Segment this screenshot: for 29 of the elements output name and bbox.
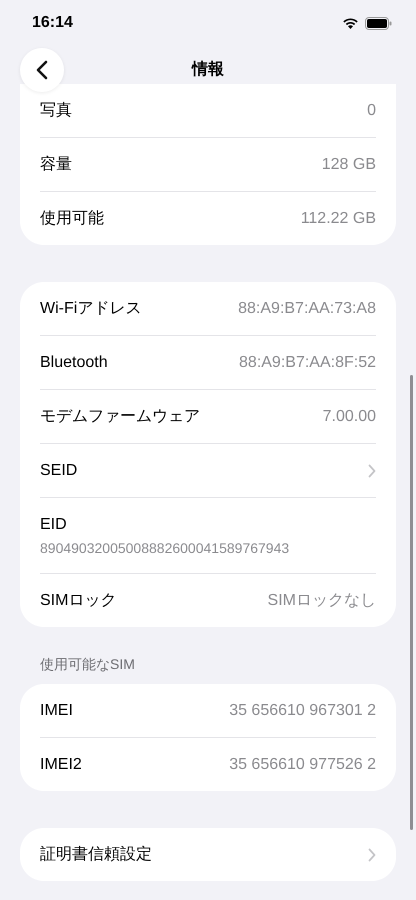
row-label: 使用可能 — [40, 209, 104, 229]
row-value: 0 — [367, 102, 376, 120]
back-button[interactable] — [20, 48, 64, 92]
row-label: IMEI — [40, 702, 73, 720]
row-label[interactable]: 証明書信頼設定 — [40, 844, 152, 865]
row-label[interactable]: SEID — [40, 462, 78, 480]
row-value: 88:A9:B7:AA:8F:52 — [239, 354, 376, 372]
row-label: 写真 — [40, 100, 72, 121]
section-header: 使用可能なSIM — [39, 656, 136, 674]
row-label: モデムファームウェア — [40, 407, 200, 427]
row-value: 89049032005008882600041589767943 — [40, 540, 290, 556]
page-title: 情報 — [192, 60, 224, 80]
row-label: Bluetooth — [40, 354, 108, 372]
row-value: SIMロックなし — [268, 591, 376, 611]
row-value: 35 656610 977526 2 — [229, 756, 376, 774]
row-value: 35 656610 967301 2 — [229, 702, 376, 720]
battery-icon — [365, 16, 392, 30]
status-time: 16:14 — [32, 14, 73, 32]
wifi-icon — [342, 17, 359, 29]
row-label: Wi-Fiアドレス — [40, 299, 142, 319]
row-value: 128 GB — [322, 156, 376, 174]
row-value: 112.22 GB — [300, 210, 376, 228]
back-icon[interactable] — [36, 60, 48, 80]
row-label: 容量 — [40, 154, 72, 175]
row-label: EID — [40, 516, 67, 534]
row-value: 7.00.00 — [322, 408, 376, 426]
row-label: SIMロック — [40, 591, 116, 611]
row-value: 88:A9:B7:AA:73:A8 — [238, 300, 376, 318]
row-label: IMEI2 — [40, 756, 82, 774]
